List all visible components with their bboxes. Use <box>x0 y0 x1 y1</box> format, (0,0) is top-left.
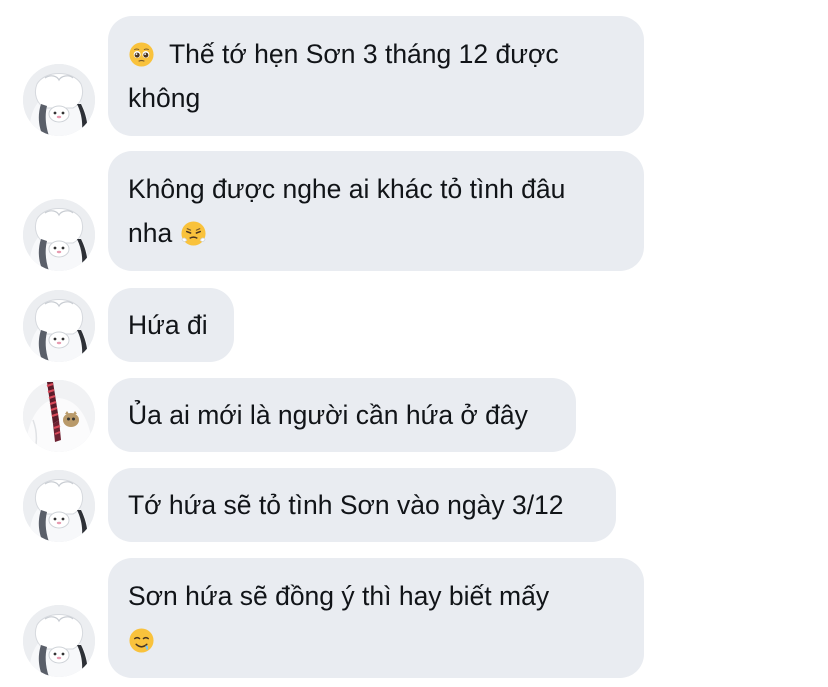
avatar[interactable] <box>23 605 95 677</box>
girl-avatar-image <box>23 605 95 677</box>
avatar[interactable] <box>23 290 95 362</box>
avatar[interactable] <box>23 64 95 136</box>
message-bubble[interactable]: Ủa ai mới là người cần hứa ở đây <box>108 378 576 452</box>
drooling-face-icon <box>128 627 155 654</box>
girl-avatar-image <box>23 199 95 271</box>
message-text-line: nha <box>128 211 624 255</box>
message-text-line: Sơn hứa sẽ đồng ý thì hay biết mấy <box>128 581 550 611</box>
message-text-line: Thế tớ hẹn Sơn 3 tháng 12 được <box>128 32 624 76</box>
message-bubble[interactable]: Hứa đi <box>108 288 234 362</box>
avatar[interactable] <box>23 380 95 452</box>
message-bubble[interactable]: Sơn hứa sẽ đồng ý thì hay biết mấy <box>108 558 644 678</box>
message-text-line: Tớ hứa sẽ tỏ tình Sơn vào ngày 3/12 <box>128 490 564 520</box>
message-bubble[interactable]: Thế tớ hẹn Sơn 3 tháng 12 được không <box>108 16 644 136</box>
girl-avatar-image <box>23 290 95 362</box>
message-text-line: Ủa ai mới là người cần hứa ở đây <box>128 400 528 430</box>
message-text-line: Không được nghe ai khác tỏ tình đâu <box>128 174 566 204</box>
boy-avatar-image <box>23 380 95 452</box>
message-text-line <box>128 618 624 662</box>
message-bubble[interactable]: Tớ hứa sẽ tỏ tình Sơn vào ngày 3/12 <box>108 468 616 542</box>
avatar[interactable] <box>23 199 95 271</box>
girl-avatar-image <box>23 470 95 542</box>
message-bubble[interactable]: Không được nghe ai khác tỏ tình đâu nha <box>108 151 644 271</box>
message-text-line: Hứa đi <box>128 310 208 340</box>
steam-nose-face-icon <box>180 220 207 247</box>
pleading-face-icon <box>128 41 155 68</box>
message-text-line: không <box>128 83 201 113</box>
avatar[interactable] <box>23 470 95 542</box>
girl-avatar-image <box>23 64 95 136</box>
